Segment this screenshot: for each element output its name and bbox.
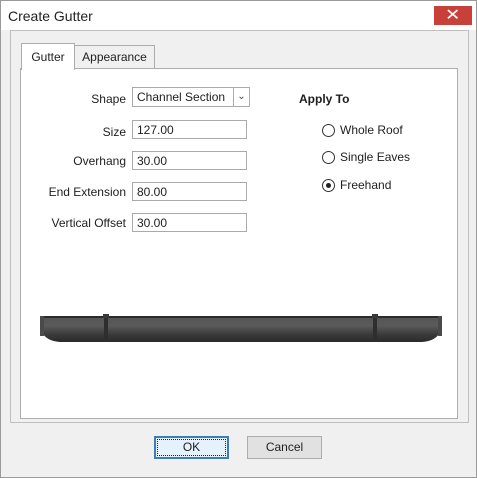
tab-appearance[interactable]: Appearance <box>74 45 155 69</box>
focus-indicator <box>157 439 226 456</box>
size-input[interactable] <box>132 120 247 139</box>
apply-to-heading: Apply To <box>299 92 350 106</box>
chevron-down-icon[interactable]: ⌄ <box>233 88 249 106</box>
vertical-offset-label: Vertical Offset <box>51 216 126 230</box>
tab-gutter[interactable]: Gutter <box>21 43 75 70</box>
radio-label-whole-roof: Whole Roof <box>340 123 403 137</box>
end-extension-input[interactable] <box>132 182 247 201</box>
shape-select[interactable]: Channel Section ⌄ <box>132 87 250 107</box>
overhang-label: Overhang <box>73 154 126 168</box>
cancel-button[interactable]: Cancel <box>247 436 322 459</box>
size-label: Size <box>102 125 126 139</box>
gutter-preview-image <box>40 314 442 342</box>
overhang-input[interactable] <box>132 151 247 170</box>
title-bar[interactable]: Create Gutter ✕ <box>1 1 476 30</box>
close-icon: ✕ <box>445 7 461 24</box>
dialog-title: Create Gutter <box>8 8 93 24</box>
shape-label: Shape <box>91 92 126 106</box>
vertical-offset-input[interactable] <box>132 213 247 232</box>
shape-select-value: Channel Section <box>137 90 226 104</box>
cancel-button-label: Cancel <box>265 440 304 454</box>
end-extension-label: End Extension <box>48 185 126 199</box>
ok-button[interactable]: OK <box>154 436 229 459</box>
radio-button-single-eaves[interactable] <box>322 151 335 164</box>
radio-button-whole-roof[interactable] <box>322 124 335 137</box>
radio-label-single-eaves: Single Eaves <box>340 150 411 164</box>
close-button[interactable]: ✕ <box>434 6 472 25</box>
radio-label-freehand: Freehand <box>340 178 392 192</box>
radio-button-freehand[interactable] <box>322 179 335 192</box>
